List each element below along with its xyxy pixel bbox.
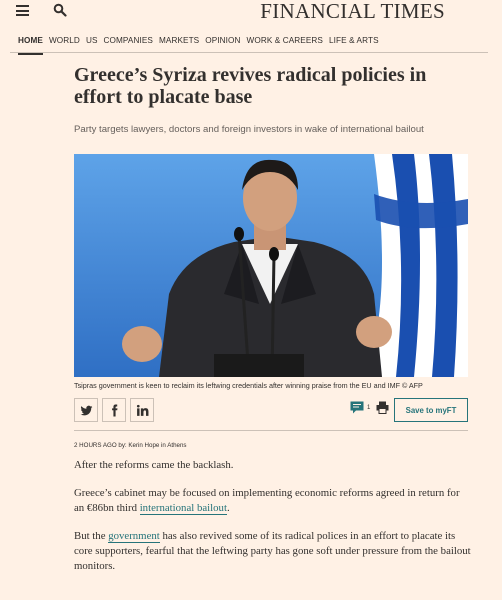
hamburger-menu-icon[interactable] [16, 5, 29, 16]
top-bar: FINANCIAL TIMES [0, 0, 502, 24]
paragraph-2-text: Greece’s cabinet may be focused on imple… [74, 487, 460, 514]
share-divider [74, 430, 468, 431]
article-tools: 1 [350, 401, 389, 414]
government-link[interactable]: government [108, 530, 160, 543]
photo-caption: Tsipras government is keen to reclaim it… [74, 381, 423, 390]
photo-illustration [74, 154, 468, 377]
search-icon[interactable] [53, 3, 67, 17]
paragraph-2-end: . [226, 502, 230, 514]
article-byline: 2 HOURS AGO by: Kerin Hope in Athens [74, 442, 187, 449]
twitter-icon [80, 405, 92, 415]
paragraph-1: After the reforms came the backlash. [74, 459, 234, 471]
nav-divider [10, 52, 488, 53]
linkedin-icon [136, 404, 148, 416]
masthead-logo[interactable]: FINANCIAL TIMES [260, 0, 445, 24]
paragraph-2: Greece’s cabinet may be focused on imple… [74, 486, 472, 516]
publish-time: 2 HOURS AGO [74, 442, 117, 449]
save-to-myft-button[interactable]: Save to myFT [394, 398, 468, 422]
author-link[interactable]: Kerin Hope in Athens [128, 442, 186, 449]
share-bar [74, 398, 154, 422]
comment-count[interactable]: 1 [367, 405, 370, 411]
comment-icon[interactable] [350, 401, 365, 414]
share-facebook-button[interactable] [102, 398, 126, 422]
article-photo [74, 154, 468, 377]
article-standfirst: Party targets lawyers, doctors and forei… [74, 124, 424, 135]
paragraph-3: But the government has also revived some… [74, 529, 472, 574]
paragraph-3-start: But the [74, 530, 109, 542]
print-icon[interactable] [376, 401, 389, 414]
share-linkedin-button[interactable] [130, 398, 154, 422]
byline-by: by: [118, 442, 127, 449]
article-headline: Greece’s Syriza revives radical policies… [74, 64, 427, 108]
article-body: After the reforms came the backlash. Gre… [74, 458, 472, 587]
facebook-icon [111, 404, 117, 416]
share-twitter-button[interactable] [74, 398, 98, 422]
international-bailout-link[interactable]: international bailout [139, 502, 227, 515]
